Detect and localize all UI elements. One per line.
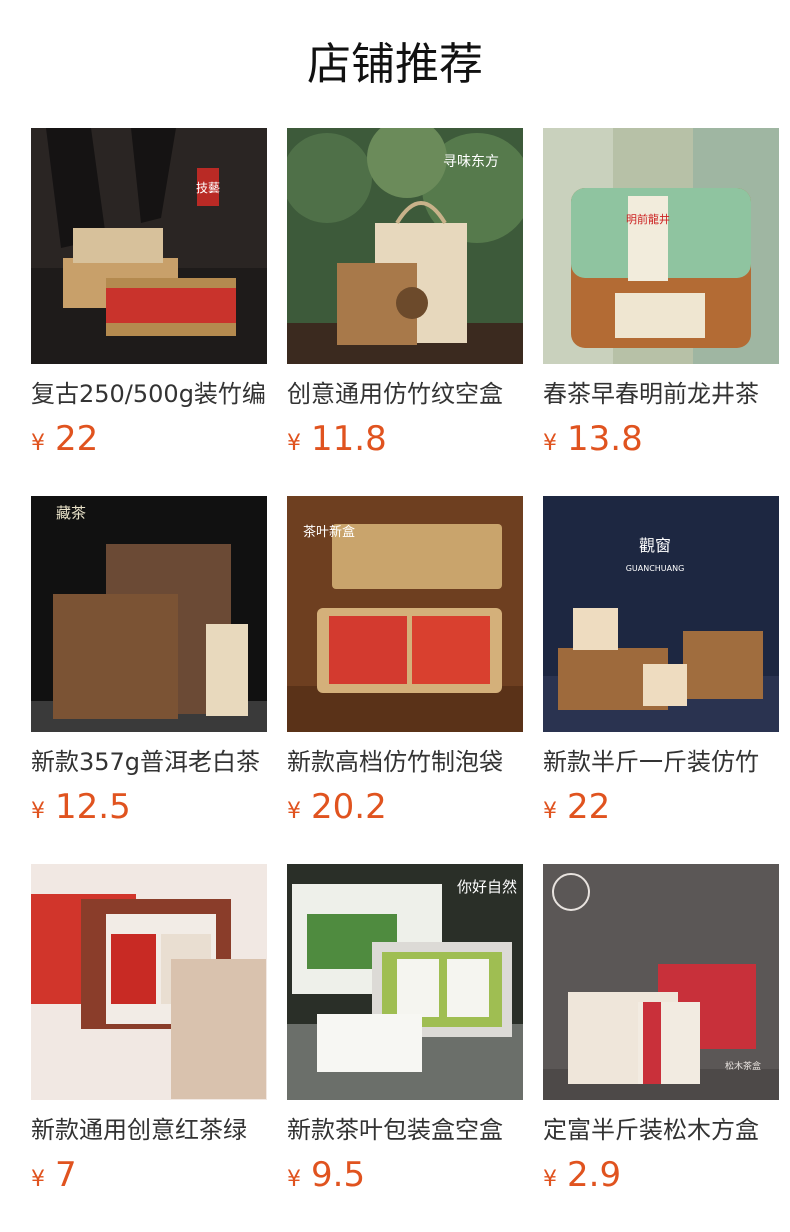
product-badge: 技藝: [196, 181, 220, 195]
price-value: 11.8: [311, 419, 387, 459]
product-name[interactable]: 新款357g普洱老白茶: [31, 742, 267, 782]
product-badge: 明前龍井: [626, 212, 670, 226]
product-badge: 你好自然: [457, 878, 517, 896]
currency-symbol: ¥: [543, 1167, 557, 1192]
price-value: 22: [55, 419, 99, 459]
currency-symbol: ¥: [287, 431, 301, 456]
product-card[interactable]: 松木茶盒 定富半斤装松木方盒 ¥2.9: [543, 864, 779, 1204]
product-badge: 松木茶盒: [725, 1060, 761, 1072]
product-image[interactable]: 寻味东方: [287, 128, 523, 364]
price-value: 2.9: [567, 1155, 622, 1195]
product-image[interactable]: [31, 864, 267, 1100]
product-badge-sub: GUANCHUANG: [626, 564, 685, 573]
price-value: 12.5: [55, 787, 131, 827]
product-price: ¥2.9: [543, 1150, 621, 1200]
product-price: ¥22: [31, 414, 98, 464]
product-image[interactable]: 茶叶新盒: [287, 496, 523, 732]
product-name[interactable]: 春茶早春明前龙井茶: [543, 374, 779, 414]
product-card[interactable]: 你好自然 新款茶叶包装盒空盒 ¥9.5: [287, 864, 523, 1204]
product-name[interactable]: 新款通用创意红茶绿: [31, 1110, 267, 1150]
product-image[interactable]: 松木茶盒: [543, 864, 779, 1100]
product-price: ¥12.5: [31, 782, 131, 832]
product-name[interactable]: 定富半斤装松木方盒: [543, 1110, 779, 1150]
product-card[interactable]: 明前龍井 春茶早春明前龙井茶 ¥13.8: [543, 128, 779, 468]
price-value: 13.8: [567, 419, 643, 459]
product-card[interactable]: 觀窗 GUANCHUANG 新款半斤一斤装仿竹 ¥22: [543, 496, 779, 836]
product-card[interactable]: 寻味东方 创意通用仿竹纹空盒 ¥11.8: [287, 128, 523, 468]
product-price: ¥20.2: [287, 782, 387, 832]
product-price: ¥7: [31, 1150, 77, 1200]
product-name[interactable]: 新款高档仿竹制泡袋: [287, 742, 523, 782]
product-price: ¥13.8: [543, 414, 643, 464]
product-name[interactable]: 新款半斤一斤装仿竹: [543, 742, 779, 782]
price-value: 20.2: [311, 787, 387, 827]
product-badge: 藏茶: [56, 504, 86, 522]
product-name[interactable]: 复古250/500g装竹编: [31, 374, 267, 414]
price-value: 7: [55, 1155, 77, 1195]
product-badge: 茶叶新盒: [303, 524, 355, 540]
product-card[interactable]: 藏茶 新款357g普洱老白茶 ¥12.5: [31, 496, 267, 836]
product-image[interactable]: 技藝: [31, 128, 267, 364]
product-price: ¥9.5: [287, 1150, 365, 1200]
currency-symbol: ¥: [543, 431, 557, 456]
product-card[interactable]: 新款通用创意红茶绿 ¥7: [31, 864, 267, 1204]
product-card[interactable]: 茶叶新盒 新款高档仿竹制泡袋 ¥20.2: [287, 496, 523, 836]
currency-symbol: ¥: [543, 799, 557, 824]
product-price: ¥22: [543, 782, 610, 832]
product-image[interactable]: 觀窗 GUANCHUANG: [543, 496, 779, 732]
product-name[interactable]: 创意通用仿竹纹空盒: [287, 374, 523, 414]
currency-symbol: ¥: [31, 1167, 45, 1192]
product-badge: 寻味东方: [443, 154, 499, 170]
product-card[interactable]: 技藝 复古250/500g装竹编 ¥22: [31, 128, 267, 468]
product-image[interactable]: 明前龍井: [543, 128, 779, 364]
currency-symbol: ¥: [287, 1167, 301, 1192]
product-image[interactable]: 你好自然: [287, 864, 523, 1100]
page-title: 店铺推荐: [307, 39, 483, 90]
product-price: ¥11.8: [287, 414, 387, 464]
product-name[interactable]: 新款茶叶包装盒空盒: [287, 1110, 523, 1150]
product-image[interactable]: 藏茶: [31, 496, 267, 732]
currency-symbol: ¥: [287, 799, 301, 824]
price-value: 22: [567, 787, 611, 827]
currency-symbol: ¥: [31, 431, 45, 456]
currency-symbol: ¥: [31, 799, 45, 824]
product-badge: 觀窗: [639, 536, 671, 555]
price-value: 9.5: [311, 1155, 366, 1195]
